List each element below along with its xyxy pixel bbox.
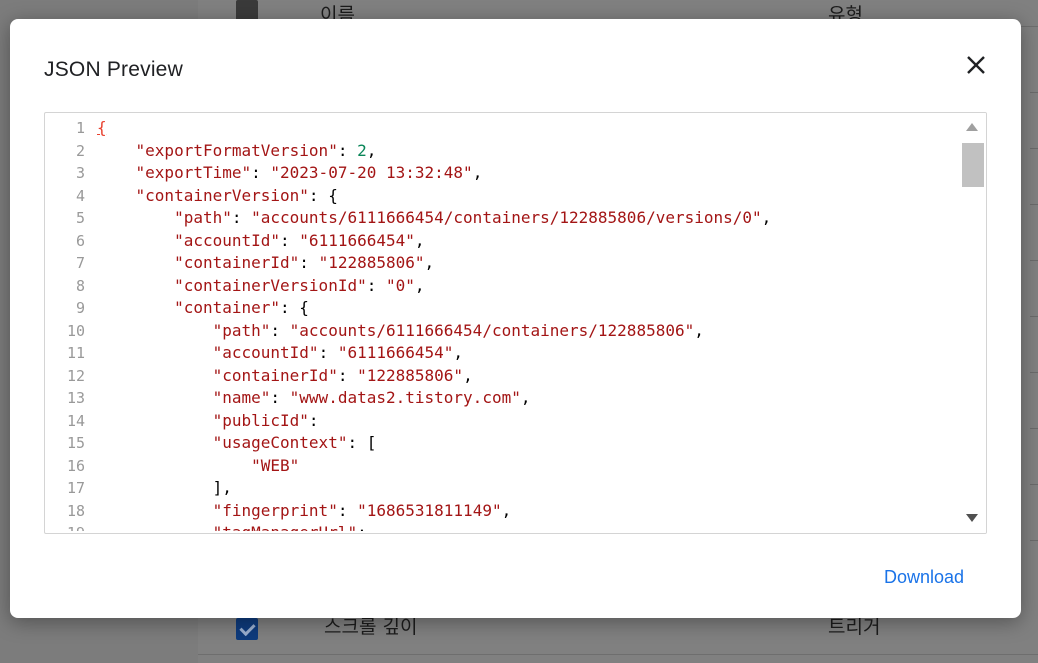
divider bbox=[1030, 540, 1038, 541]
code-line: 10 "path": "accounts/6111666454/containe… bbox=[45, 320, 957, 343]
divider bbox=[1030, 92, 1038, 93]
line-number: 15 bbox=[66, 434, 85, 452]
line-number: 3 bbox=[75, 164, 85, 182]
line-number: 8 bbox=[75, 276, 85, 295]
line-number: 9 bbox=[75, 299, 85, 317]
line-text: ], bbox=[97, 478, 232, 497]
divider bbox=[1030, 484, 1038, 485]
divider bbox=[1030, 372, 1038, 373]
line-text: "fingerprint": "1686531811149", bbox=[212, 500, 512, 520]
line-text: "WEB" bbox=[251, 455, 300, 475]
download-button[interactable]: Download bbox=[884, 567, 964, 588]
divider bbox=[1030, 260, 1038, 261]
code-line: 1{ bbox=[45, 117, 957, 140]
code-line: 14 "publicId": bbox=[45, 410, 957, 433]
line-number: 2 bbox=[75, 141, 85, 160]
divider bbox=[1030, 428, 1038, 429]
row-checkbox[interactable] bbox=[236, 618, 258, 640]
close-icon bbox=[967, 56, 985, 74]
line-text: "accountId": "6111666454", bbox=[174, 230, 425, 250]
code-line: 8 "containerVersionId": "0", bbox=[45, 275, 957, 298]
divider bbox=[1030, 204, 1038, 205]
json-preview-dialog: JSON Preview 1{2 "exportFormatVersion": … bbox=[10, 19, 1021, 618]
line-text: "container": { bbox=[174, 298, 309, 317]
dialog-title: JSON Preview bbox=[44, 58, 183, 81]
line-number: 18 bbox=[66, 501, 85, 520]
line-number: 19 bbox=[45, 522, 85, 531]
code-line: 13 "name": "www.datas2.tistory.com", bbox=[45, 387, 957, 410]
line-number: 16 bbox=[66, 456, 85, 475]
line-text: "path": "accounts/6111666454/containers/… bbox=[174, 208, 772, 227]
vertical-scrollbar[interactable] bbox=[958, 113, 986, 533]
line-text: "containerVersionId": "0", bbox=[174, 275, 425, 295]
line-text: "containerVersion": { bbox=[135, 185, 338, 205]
code-line: 4 "containerVersion": { bbox=[45, 185, 957, 208]
code-line: 18 "fingerprint": "1686531811149", bbox=[45, 500, 957, 523]
line-number: 13 bbox=[66, 389, 85, 407]
line-text: "containerId": "122885806", bbox=[174, 253, 435, 272]
line-text: "accountId": "6111666454", bbox=[212, 343, 464, 362]
code-line: 2 "exportFormatVersion": 2, bbox=[45, 140, 957, 163]
line-text: "containerId": "122885806", bbox=[212, 365, 473, 385]
code-line: 16 "WEB" bbox=[45, 455, 957, 478]
line-number: 14 bbox=[66, 411, 85, 430]
line-text: "exportFormatVersion": 2, bbox=[135, 140, 377, 160]
line-number: 6 bbox=[75, 231, 85, 250]
line-number: 17 bbox=[66, 479, 85, 497]
close-button[interactable] bbox=[960, 49, 992, 81]
line-number: 4 bbox=[75, 186, 85, 205]
code-line: 15 "usageContext": [ bbox=[45, 432, 957, 455]
code-editor[interactable]: 1{2 "exportFormatVersion": 2, 3 "exportTi… bbox=[44, 112, 987, 534]
code-line: 11 "accountId": "6111666454", bbox=[45, 342, 957, 365]
line-number: 1 bbox=[75, 119, 85, 137]
line-number: 10 bbox=[66, 321, 85, 340]
scroll-up-arrow-icon[interactable] bbox=[966, 123, 978, 131]
line-text: "path": "accounts/6111666454/containers/… bbox=[212, 320, 704, 340]
code-line: 9 "container": { bbox=[45, 297, 957, 320]
line-text: "usageContext": [ bbox=[212, 433, 377, 452]
code-area[interactable]: 1{2 "exportFormatVersion": 2, 3 "exportTi… bbox=[45, 117, 957, 531]
divider bbox=[1030, 316, 1038, 317]
line-number: 5 bbox=[75, 209, 85, 227]
line-number: 12 bbox=[66, 366, 85, 385]
line-text: "name": "www.datas2.tistory.com", bbox=[212, 388, 531, 407]
code-line: 3 "exportTime": "2023-07-20 13:32:48", bbox=[45, 162, 957, 185]
code-line: 12 "containerId": "122885806", bbox=[45, 365, 957, 388]
code-line: 19 "tagManagerUrl": bbox=[45, 522, 957, 531]
line-text: { bbox=[97, 118, 107, 137]
scroll-thumb[interactable] bbox=[962, 143, 984, 187]
line-text: "tagManagerUrl": bbox=[97, 522, 367, 531]
divider bbox=[1030, 148, 1038, 149]
line-number: 11 bbox=[66, 344, 85, 362]
code-line: 7 "containerId": "122885806", bbox=[45, 252, 957, 275]
code-line: 17 ], bbox=[45, 477, 957, 500]
line-number: 7 bbox=[75, 254, 85, 272]
line-text: "publicId": bbox=[212, 410, 319, 430]
scroll-down-arrow-icon[interactable] bbox=[966, 514, 978, 522]
code-line: 6 "accountId": "6111666454", bbox=[45, 230, 957, 253]
line-text: "exportTime": "2023-07-20 13:32:48", bbox=[135, 163, 483, 182]
code-line: 5 "path": "accounts/6111666454/container… bbox=[45, 207, 957, 230]
